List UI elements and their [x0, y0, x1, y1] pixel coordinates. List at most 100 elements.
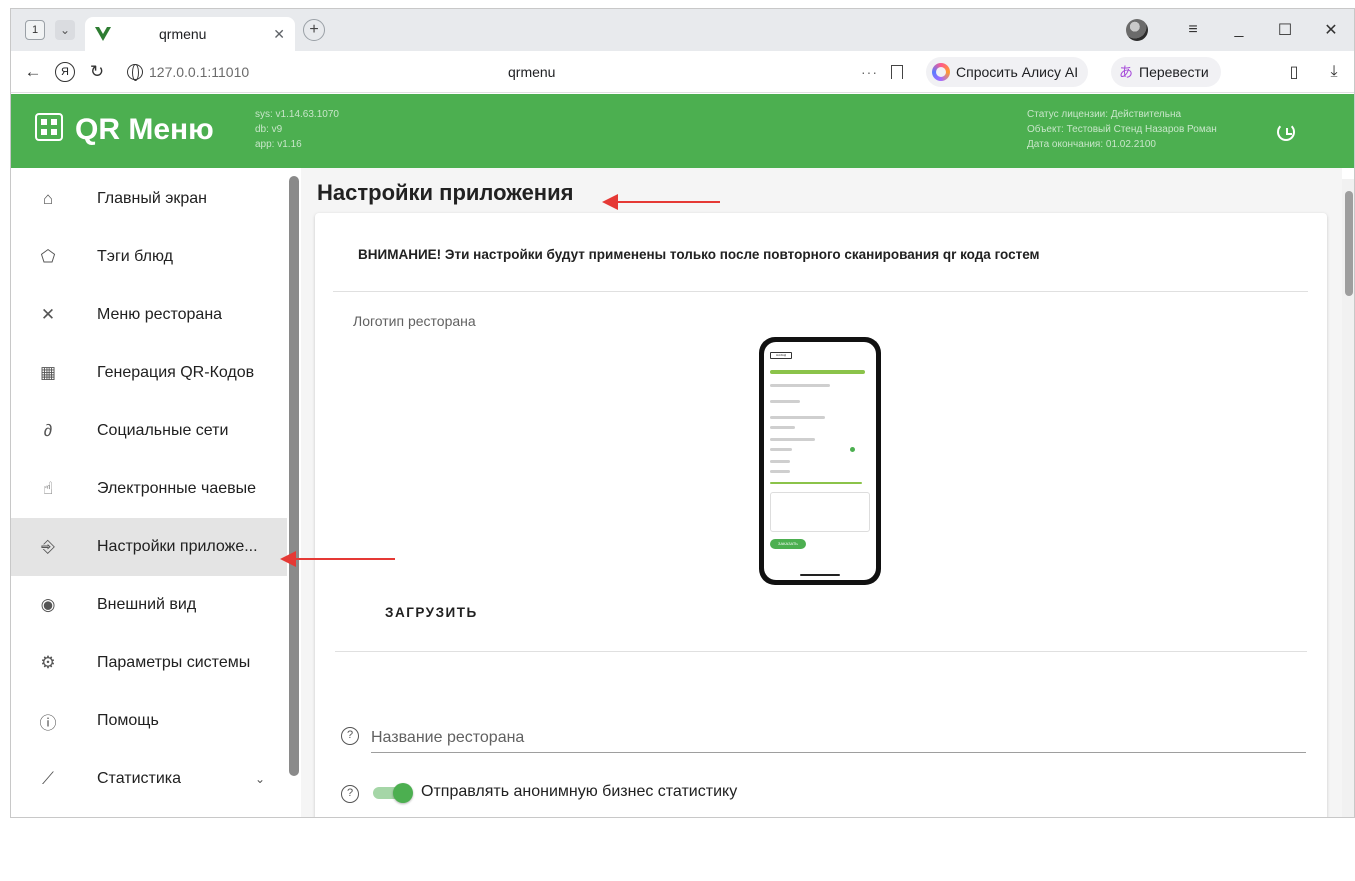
sidebar-item-statistics[interactable]: ⟋ Статистика ⌄	[11, 750, 287, 808]
upload-button[interactable]: ЗАГРУЗИТЬ	[385, 605, 478, 620]
sidebar-item-appearance[interactable]: ◉ Внешний вид	[11, 576, 287, 634]
sidebar-item-tips[interactable]: ☝ Электронные чаевые	[11, 460, 287, 518]
help-icon[interactable]: ?	[341, 785, 359, 803]
stats-toggle[interactable]	[373, 783, 413, 803]
main-scroll-thumb[interactable]	[1345, 191, 1353, 296]
sidebar-item-home[interactable]: ⌂ Главный экран	[11, 170, 287, 228]
phone-back-button: НАЗАД	[770, 352, 792, 359]
sidebar-item-app-settings[interactable]: ⎆ Настройки приложе...	[11, 518, 287, 576]
help-icon: ⓘ	[39, 713, 57, 733]
refresh-icon[interactable]	[1277, 123, 1295, 141]
phone-row	[770, 470, 790, 473]
sidebar-item-help[interactable]: ⓘ Помощь	[11, 692, 287, 750]
tab-title: qrmenu	[159, 26, 207, 42]
help-icon[interactable]: ?	[341, 727, 359, 745]
divider	[333, 291, 1308, 292]
phone-order-label: ЗАКАЗАТЬ	[778, 541, 798, 546]
page-title: Настройки приложения	[317, 180, 574, 205]
qr-code-icon: ▦	[39, 363, 57, 382]
phone-row	[770, 438, 815, 441]
tip-hand-icon: ☝	[42, 479, 54, 498]
version-db: db: v9	[255, 124, 283, 135]
sidebar-item-label: Социальные сети	[97, 422, 229, 439]
main-scrollbar[interactable]	[1342, 179, 1354, 817]
phone-home-indicator	[800, 574, 840, 576]
phone-screen: НАЗАД ЗАКАЗАТЬ	[764, 342, 876, 580]
main-panel: Настройки приложения ВНИМАНИЕ! Эти настр…	[301, 168, 1342, 817]
sidebar-item-label: Помощь	[97, 712, 159, 729]
divider	[335, 651, 1307, 652]
sidebar-scrollbar[interactable]	[289, 176, 299, 776]
window-controls: ≡ _ ☐ ✕	[1126, 9, 1354, 51]
toolbar-right: ▯ ⤓	[1274, 62, 1354, 82]
tag-icon: ⬠	[40, 247, 56, 266]
ask-alice-button[interactable]: Спросить Алису AI	[926, 56, 1089, 87]
new-tab-button[interactable]: +	[303, 19, 325, 41]
app-name: QR Меню	[75, 113, 214, 146]
translate-button[interactable]: あ Перевести	[1111, 56, 1221, 87]
sidebar-item-system[interactable]: ⚙ Параметры системы	[11, 634, 287, 692]
alice-icon	[932, 62, 950, 81]
profile-avatar[interactable]	[1126, 19, 1148, 41]
sidebar-scroll-thumb[interactable]	[289, 176, 299, 776]
phone-row	[770, 426, 795, 429]
url-page-title[interactable]: qrmenu	[508, 64, 555, 80]
chart-icon: ⟋	[42, 769, 54, 788]
link-icon: ∂	[43, 421, 53, 440]
phone-row	[770, 482, 862, 484]
phone-row	[770, 448, 792, 451]
sidebar-item-label: Настройки приложе...	[97, 538, 258, 555]
sidebar-item-social[interactable]: ∂ Социальные сети	[11, 402, 287, 460]
sidebar: ⌂ Главный экран ⬠ Тэги блюд ✕ Меню ресто…	[11, 168, 301, 817]
license-object: Объект: Тестовый Стенд Назаров Роман	[1027, 124, 1217, 135]
browser-tab[interactable]: qrmenu ✕	[85, 17, 295, 51]
phone-order-button: ЗАКАЗАТЬ	[770, 539, 806, 549]
annotation-arrow	[280, 551, 395, 567]
phone-back-label: НАЗАД	[775, 353, 787, 357]
phone-row	[770, 370, 865, 374]
phone-dot	[850, 447, 855, 452]
chevron-down-icon[interactable]: ⌄	[255, 772, 265, 786]
warning-text: ВНИМАНИЕ! Эти настройки будут применены …	[358, 247, 1040, 262]
logo-label: Логотип ресторана	[353, 313, 476, 329]
phone-row	[770, 416, 825, 419]
sidebar-item-label: Электронные чаевые	[97, 480, 257, 497]
close-window-button[interactable]: ✕	[1308, 20, 1354, 40]
eye-icon: ◉	[40, 595, 56, 614]
tab-counter[interactable]: 1	[25, 20, 45, 40]
menu-icon[interactable]: ≡	[1170, 21, 1216, 39]
bookmark-icon[interactable]	[891, 64, 903, 79]
phone-row	[770, 400, 800, 403]
maximize-button[interactable]: ☐	[1262, 20, 1308, 40]
more-icon[interactable]: ···	[861, 64, 878, 80]
stats-toggle-label: Отправлять анонимную бизнес статистику	[421, 783, 738, 800]
sidebar-icon[interactable]: ▯	[1274, 62, 1314, 82]
sidebar-item-qr-codes[interactable]: ▦ Генерация QR-Кодов	[11, 344, 287, 402]
sidebar-item-label: Внешний вид	[97, 596, 197, 613]
url-host[interactable]: 127.0.0.1:11010	[149, 64, 399, 80]
sidebar-item-label: Параметры системы	[97, 654, 251, 671]
address-toolbar: ← Я ↻ 127.0.0.1:11010 qrmenu ··· Спросит…	[11, 51, 1354, 93]
reload-icon[interactable]: ↻	[81, 62, 113, 82]
sidebar-item-label: Меню ресторана	[97, 306, 223, 323]
content-area: ⌂ Главный экран ⬠ Тэги блюд ✕ Меню ресто…	[11, 168, 1354, 817]
sidebar-item-label: Главный экран	[97, 190, 208, 207]
toggle-knob	[393, 783, 413, 803]
restaurant-name-input[interactable]	[371, 723, 1306, 753]
app-header: QR Меню sys: v1.14.63.1070 db: v9 app: v…	[11, 94, 1354, 168]
gear-icon: ⚙	[40, 653, 56, 672]
phone-comment-box	[770, 492, 870, 532]
annotation-arrow	[602, 194, 720, 210]
close-icon[interactable]: ✕	[273, 26, 285, 43]
download-icon[interactable]: ⤓	[1314, 63, 1354, 81]
back-arrow-icon[interactable]: ←	[17, 62, 49, 82]
version-app: app: v1.16	[255, 139, 302, 150]
settings-card: ВНИМАНИЕ! Эти настройки будут применены …	[315, 213, 1327, 817]
minimize-button[interactable]: _	[1216, 21, 1262, 39]
sidebar-item-menu[interactable]: ✕ Меню ресторана	[11, 286, 287, 344]
chevron-down-icon[interactable]: ⌄	[55, 20, 75, 40]
qr-logo-icon	[35, 113, 63, 141]
yandex-icon[interactable]: Я	[55, 61, 75, 82]
phone-row	[770, 460, 790, 463]
sidebar-item-tags[interactable]: ⬠ Тэги блюд	[11, 228, 287, 286]
